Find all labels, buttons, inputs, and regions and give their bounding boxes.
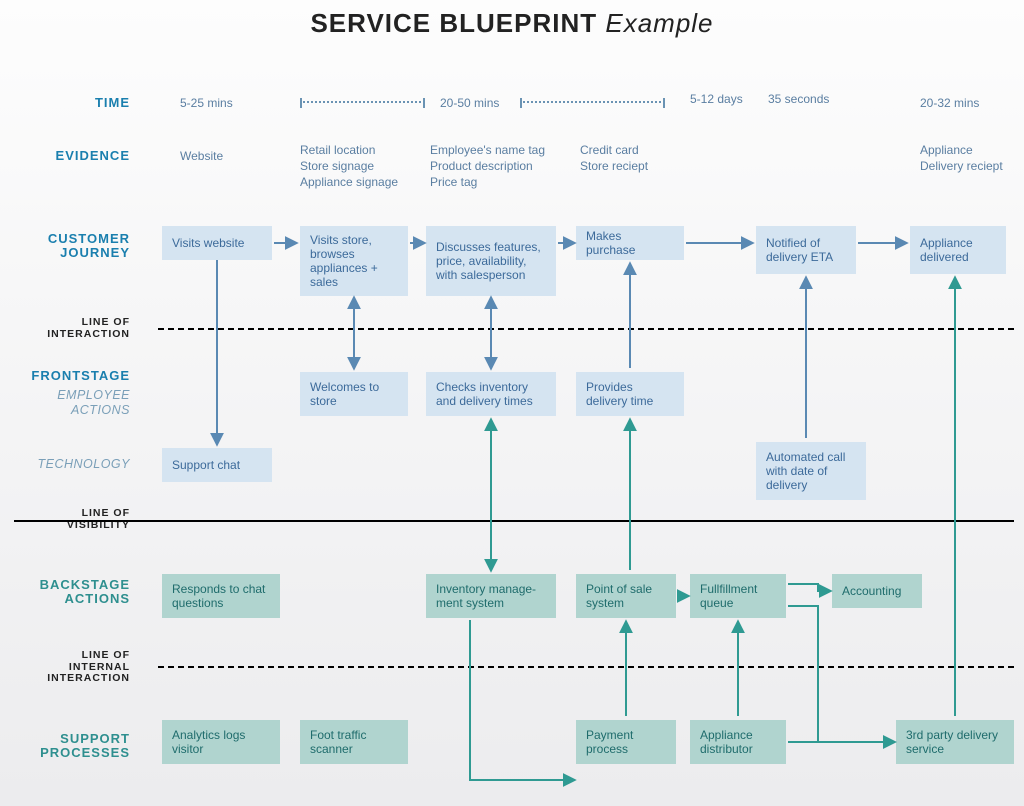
label-support: SUPPORT PROCESSES bbox=[0, 732, 130, 761]
backstage-box-5: Fullfillment queue bbox=[690, 574, 786, 618]
backstage-box-6: Accounting bbox=[832, 574, 922, 608]
backstage-box-3: Inventory manage- ment system bbox=[426, 574, 556, 618]
line-of-visibility bbox=[14, 520, 1014, 522]
employee-box-4: Provides delivery time bbox=[576, 372, 684, 416]
journey-box-7: Appliance delivered bbox=[910, 226, 1006, 274]
backstage-box-1: Responds to chat questions bbox=[162, 574, 280, 618]
page-title: SERVICE BLUEPRINT Example bbox=[0, 8, 1024, 39]
evidence-c2: Retail location Store signage Appliance … bbox=[300, 142, 398, 191]
title-bold: SERVICE BLUEPRINT bbox=[310, 8, 597, 38]
time-c1: 5-25 mins bbox=[180, 95, 233, 111]
title-light: Example bbox=[597, 8, 713, 38]
support-box-7: 3rd party delivery service bbox=[896, 720, 1014, 764]
time-c6: 35 seconds bbox=[768, 92, 829, 106]
support-box-5: Appliance distributor bbox=[690, 720, 786, 764]
employee-box-3: Checks inventory and delivery times bbox=[426, 372, 556, 416]
support-box-4: Payment process bbox=[576, 720, 676, 764]
journey-box-3: Discusses features, price, availability,… bbox=[426, 226, 556, 296]
support-box-2: Foot traffic scanner bbox=[300, 720, 408, 764]
backstage-box-4: Point of sale system bbox=[576, 574, 676, 618]
support-box-1: Analytics logs visitor bbox=[162, 720, 280, 764]
journey-box-4: Makes purchase bbox=[576, 226, 684, 260]
time-c7: 20-32 mins bbox=[920, 95, 979, 111]
line-of-interaction bbox=[158, 328, 1014, 330]
evidence-c4: Credit card Store reciept bbox=[580, 142, 648, 174]
line-of-internal-interaction bbox=[158, 666, 1014, 668]
label-line-internal: LINE OF INTERNAL INTERACTION bbox=[0, 650, 130, 685]
label-technology: TECHNOLOGY bbox=[0, 457, 130, 471]
label-time: TIME bbox=[0, 95, 130, 110]
evidence-c1: Website bbox=[180, 148, 223, 164]
label-frontstage: FRONTSTAGE bbox=[0, 368, 130, 383]
label-employee: EMPLOYEE ACTIONS bbox=[0, 388, 130, 418]
blueprint-diagram: TIME EVIDENCE CUSTOMER JOURNEY LINE OF I… bbox=[0, 60, 1024, 800]
time-rule-right bbox=[520, 101, 665, 103]
time-c2: 20-50 mins bbox=[440, 95, 499, 111]
tech-box-6: Automated call with date of delivery bbox=[756, 442, 866, 500]
journey-box-1: Visits website bbox=[162, 226, 272, 260]
employee-box-2: Welcomes to store bbox=[300, 372, 408, 416]
label-evidence: EVIDENCE bbox=[0, 148, 130, 163]
tech-box-1: Support chat bbox=[162, 448, 272, 482]
evidence-c3: Employee's name tag Product description … bbox=[430, 142, 545, 191]
label-backstage: BACKSTAGE ACTIONS bbox=[0, 578, 130, 607]
label-journey: CUSTOMER JOURNEY bbox=[0, 232, 130, 261]
evidence-c7: Appliance Delivery reciept bbox=[920, 142, 1003, 174]
journey-box-6: Notified of delivery ETA bbox=[756, 226, 856, 274]
time-rule-left bbox=[300, 101, 425, 103]
journey-box-2: Visits store, browses appliances + sales bbox=[300, 226, 408, 296]
label-line-interaction: LINE OF INTERACTION bbox=[0, 317, 130, 340]
time-c5: 5-12 days bbox=[690, 92, 743, 106]
